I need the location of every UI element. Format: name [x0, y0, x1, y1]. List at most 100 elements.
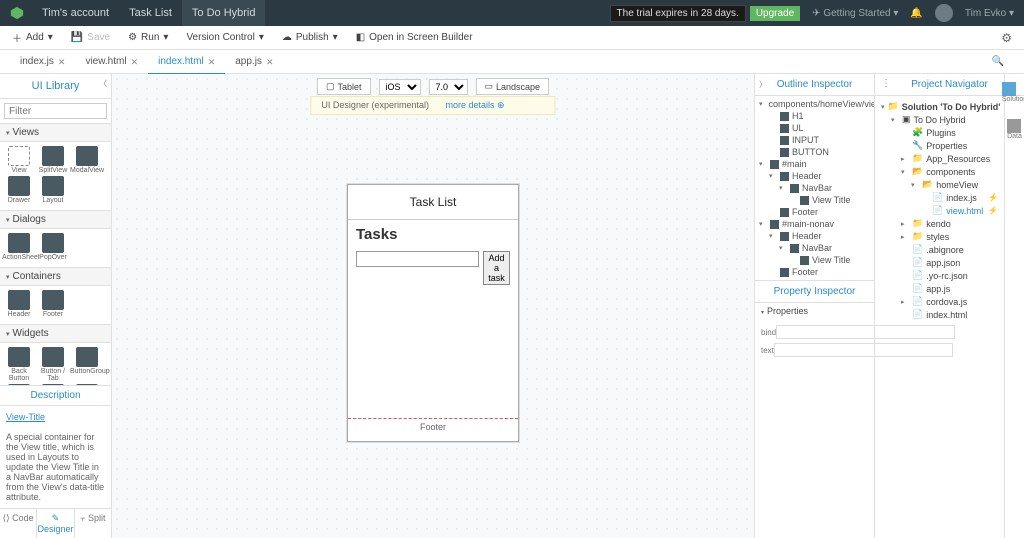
tree-row: ▸📁 styles [881, 230, 998, 243]
widget-button-tab[interactable]: Button / Tab [36, 347, 70, 382]
os-select[interactable]: iOS [378, 79, 420, 95]
tree-row: ▸📁 App_Resources [881, 152, 998, 165]
outline-tree[interactable]: ▾components/homeView/view H1 UL INPUT BU… [755, 96, 874, 280]
tree-row: 🔧 Properties [881, 139, 998, 152]
tree-row: ▾NavBar [759, 242, 870, 254]
save-button[interactable]: 💾 Save [71, 32, 110, 43]
project-tree[interactable]: ▾📁 Solution 'To Do Hybrid' ▾▣ To Do Hybr… [875, 96, 1004, 325]
project-crumb[interactable]: Task List [119, 0, 182, 26]
settings-gear-icon[interactable]: ⚙ [1001, 31, 1012, 45]
tree-row: 📄 .abignore [881, 243, 998, 256]
widget-modalview[interactable]: ModalView [70, 146, 104, 174]
tree-row: INPUT [759, 134, 870, 146]
tree-row: 📄 .yo-rc.json [881, 269, 998, 282]
file-tabs: index.js✕ view.html✕ index.html✕ app.js✕… [0, 50, 1024, 74]
tree-row: Footer [759, 266, 870, 278]
top-bar: Tim's account Task List To Do Hybrid The… [0, 0, 1024, 26]
widget-splitview[interactable]: SplitView [36, 146, 70, 174]
run-button[interactable]: ⚙ Run ▾ [128, 32, 168, 43]
widget-back-button[interactable]: Back Button [2, 347, 36, 382]
version-control-button[interactable]: Version Control ▾ [186, 32, 263, 43]
getting-started-link[interactable]: ✈ Getting Started ▾ [812, 8, 898, 19]
close-icon[interactable]: ✕ [266, 50, 274, 74]
tree-row: ▸📄 cordova.js [881, 295, 998, 308]
user-menu[interactable]: Tim Evko ▾ [965, 8, 1014, 19]
tree-row: ▾#main-nonav [759, 218, 870, 230]
tree-row: UL [759, 122, 870, 134]
widget-buttongroup[interactable]: ButtonGroup [70, 347, 104, 382]
main-toolbar: ＋ Add ▾ 💾 Save ⚙ Run ▾ Version Control ▾… [0, 26, 1024, 50]
tree-row: 📄 index.html [881, 308, 998, 321]
desc-link[interactable]: View-Title [6, 412, 45, 422]
preview-task-input[interactable] [356, 251, 479, 267]
brand-logo-icon [10, 6, 24, 20]
search-icon[interactable]: 🔍 [992, 56, 1004, 67]
tab-designer[interactable]: ✎ Designer [37, 509, 74, 538]
data-icon [1007, 119, 1021, 133]
notifications-icon[interactable]: 🔔 [910, 8, 922, 19]
prop-label: text [761, 346, 774, 355]
avatar[interactable] [935, 4, 953, 22]
close-icon[interactable]: ✕ [58, 50, 66, 74]
tree-row: 📄 index.js⚡ [881, 191, 998, 204]
tree-row: ▸📁 kendo [881, 217, 998, 230]
tree-row: ▾📂 homeView [881, 178, 998, 191]
outline-title: 〉Outline Inspector [755, 74, 874, 96]
tree-row: View Title [759, 194, 870, 206]
tree-row: ▾#main [759, 158, 870, 170]
tab-split[interactable]: ⫟ Split [75, 509, 111, 538]
tab-view-html[interactable]: view.html✕ [75, 50, 148, 74]
widget-footer[interactable]: Footer [36, 290, 70, 318]
category-containers[interactable]: Containers [0, 267, 111, 286]
bolt-icon: ⚡ [988, 193, 998, 202]
device-toolbar: ▢ Tablet iOS 7.0 ▭ Landscape [317, 78, 549, 95]
project-navigator-panel: ⋮Project Navigator ▾📁 Solution 'To Do Hy… [874, 74, 1024, 538]
screen-builder-button[interactable]: ◧ Open in Screen Builder [356, 32, 473, 43]
account-crumb[interactable]: Tim's account [32, 0, 119, 26]
version-select[interactable]: 7.0 [428, 79, 467, 95]
filter-input[interactable] [4, 103, 107, 119]
editor-mode-tabs: ⟨⟩ Code ✎ Designer ⫟ Split [0, 508, 111, 538]
tree-row: ▾📁 Solution 'To Do Hybrid' [881, 100, 998, 113]
tree-row: 🧩 Plugins [881, 126, 998, 139]
add-button[interactable]: ＋ Add ▾ [12, 30, 53, 45]
prop-label: bind [761, 328, 776, 337]
tab-code[interactable]: ⟨⟩ Code [0, 509, 37, 538]
trial-notice: The trial expires in 28 days. [610, 5, 746, 22]
widget-actionsheet[interactable]: ActionSheet [2, 233, 36, 261]
category-views[interactable]: Views [0, 123, 111, 142]
widget-layout[interactable]: Layout [36, 176, 70, 204]
publish-button[interactable]: ☁ Publish ▾ [282, 32, 338, 43]
collapse-icon[interactable]: 〈 [99, 78, 107, 89]
category-widgets[interactable]: Widgets [0, 324, 111, 343]
preview-add-task-button[interactable]: Add a task [483, 251, 510, 285]
menu-dots-icon[interactable]: ⋮ [881, 78, 891, 89]
expand-icon[interactable]: 〉 [759, 79, 767, 90]
preview-heading: Tasks [356, 226, 510, 243]
device-preview[interactable]: Task List Tasks Add a task Footer [347, 184, 519, 442]
tab-index-html[interactable]: index.html✕ [148, 51, 225, 75]
side-tab-data[interactable]: Data [1007, 119, 1022, 140]
widget-header[interactable]: Header [2, 290, 36, 318]
tree-row: ▾Header [759, 170, 870, 182]
close-icon[interactable]: ✕ [208, 50, 216, 74]
widget-popover[interactable]: PopOver [36, 233, 70, 261]
preview-footer: Footer [348, 418, 518, 436]
upgrade-button[interactable]: Upgrade [750, 6, 800, 21]
tab-index-js[interactable]: index.js✕ [10, 50, 75, 74]
device-type-button[interactable]: ▢ Tablet [317, 78, 371, 95]
tab-app-js[interactable]: app.js✕ [225, 50, 283, 74]
tree-row: View Title [759, 254, 870, 266]
solution-crumb[interactable]: To Do Hybrid [182, 0, 266, 26]
more-details-link[interactable]: more details ⊕ [445, 100, 504, 110]
close-icon[interactable]: ✕ [131, 50, 139, 74]
tree-row: BUTTON [759, 146, 870, 158]
design-canvas[interactable]: ▢ Tablet iOS 7.0 ▭ Landscape UI Designer… [112, 74, 754, 538]
side-tab-solution[interactable]: Solution [1002, 82, 1024, 103]
side-tabs: Solution Data [1004, 74, 1024, 538]
category-dialogs[interactable]: Dialogs [0, 210, 111, 229]
properties-category[interactable]: Properties [755, 303, 874, 319]
widget-drawer[interactable]: Drawer [2, 176, 36, 204]
widget-view[interactable]: View [2, 146, 36, 174]
orientation-button[interactable]: ▭ Landscape [475, 78, 549, 95]
